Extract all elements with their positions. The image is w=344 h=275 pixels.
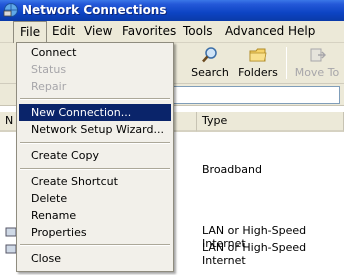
row-type: LAN or High-Speed Internet: [202, 241, 307, 267]
address-input[interactable]: s: [150, 86, 340, 104]
row-type: Broadband: [202, 163, 262, 176]
search-icon: [202, 47, 217, 63]
menu-item-properties[interactable]: Properties: [19, 224, 171, 241]
menu-item-repair[interactable]: Repair: [19, 78, 171, 95]
menu-separator: [20, 244, 170, 246]
search-button[interactable]: Search: [190, 45, 230, 82]
menu-advanced[interactable]: Advanced: [219, 21, 290, 43]
menu-edit[interactable]: Edit: [46, 21, 81, 43]
menu-view[interactable]: View: [78, 21, 118, 43]
move-to-label: Move To: [294, 66, 340, 79]
menu-item-new-connection[interactable]: New Connection...: [19, 104, 171, 121]
folders-button[interactable]: Folders: [236, 45, 280, 82]
toolbar-separator: [286, 47, 287, 79]
menu-bar: File Edit View Favorites Tools Advanced …: [0, 21, 344, 43]
file-menu-dropdown: Connect Status Repair New Connection... …: [16, 42, 174, 272]
menu-item-create-copy[interactable]: Create Copy: [19, 147, 171, 164]
menu-item-status[interactable]: Status: [19, 61, 171, 78]
move-to-button[interactable]: Move To: [290, 45, 344, 82]
menu-separator: [20, 142, 170, 144]
search-label: Search: [191, 66, 229, 79]
menu-help[interactable]: Help: [282, 21, 321, 43]
menu-item-network-setup-wizard[interactable]: Network Setup Wizard...: [19, 121, 171, 138]
folders-label: Folders: [238, 66, 278, 79]
menu-item-connect[interactable]: Connect: [19, 44, 171, 61]
menu-separator: [20, 168, 170, 170]
move-to-icon: [310, 48, 326, 62]
title-bar: Network Connections: [0, 0, 344, 21]
menu-separator: [20, 98, 170, 100]
menu-item-close[interactable]: Close: [19, 250, 171, 267]
menu-item-rename[interactable]: Rename: [19, 207, 171, 224]
folders-icon: [249, 48, 267, 62]
column-header-type[interactable]: Type: [197, 112, 344, 132]
menu-item-create-shortcut[interactable]: Create Shortcut: [19, 173, 171, 190]
window-title: Network Connections: [22, 3, 167, 17]
menu-tools[interactable]: Tools: [177, 21, 219, 43]
menu-file[interactable]: File: [13, 21, 48, 43]
network-connections-icon: [3, 3, 18, 17]
menu-favorites[interactable]: Favorites: [116, 21, 182, 43]
menu-item-delete[interactable]: Delete: [19, 190, 171, 207]
